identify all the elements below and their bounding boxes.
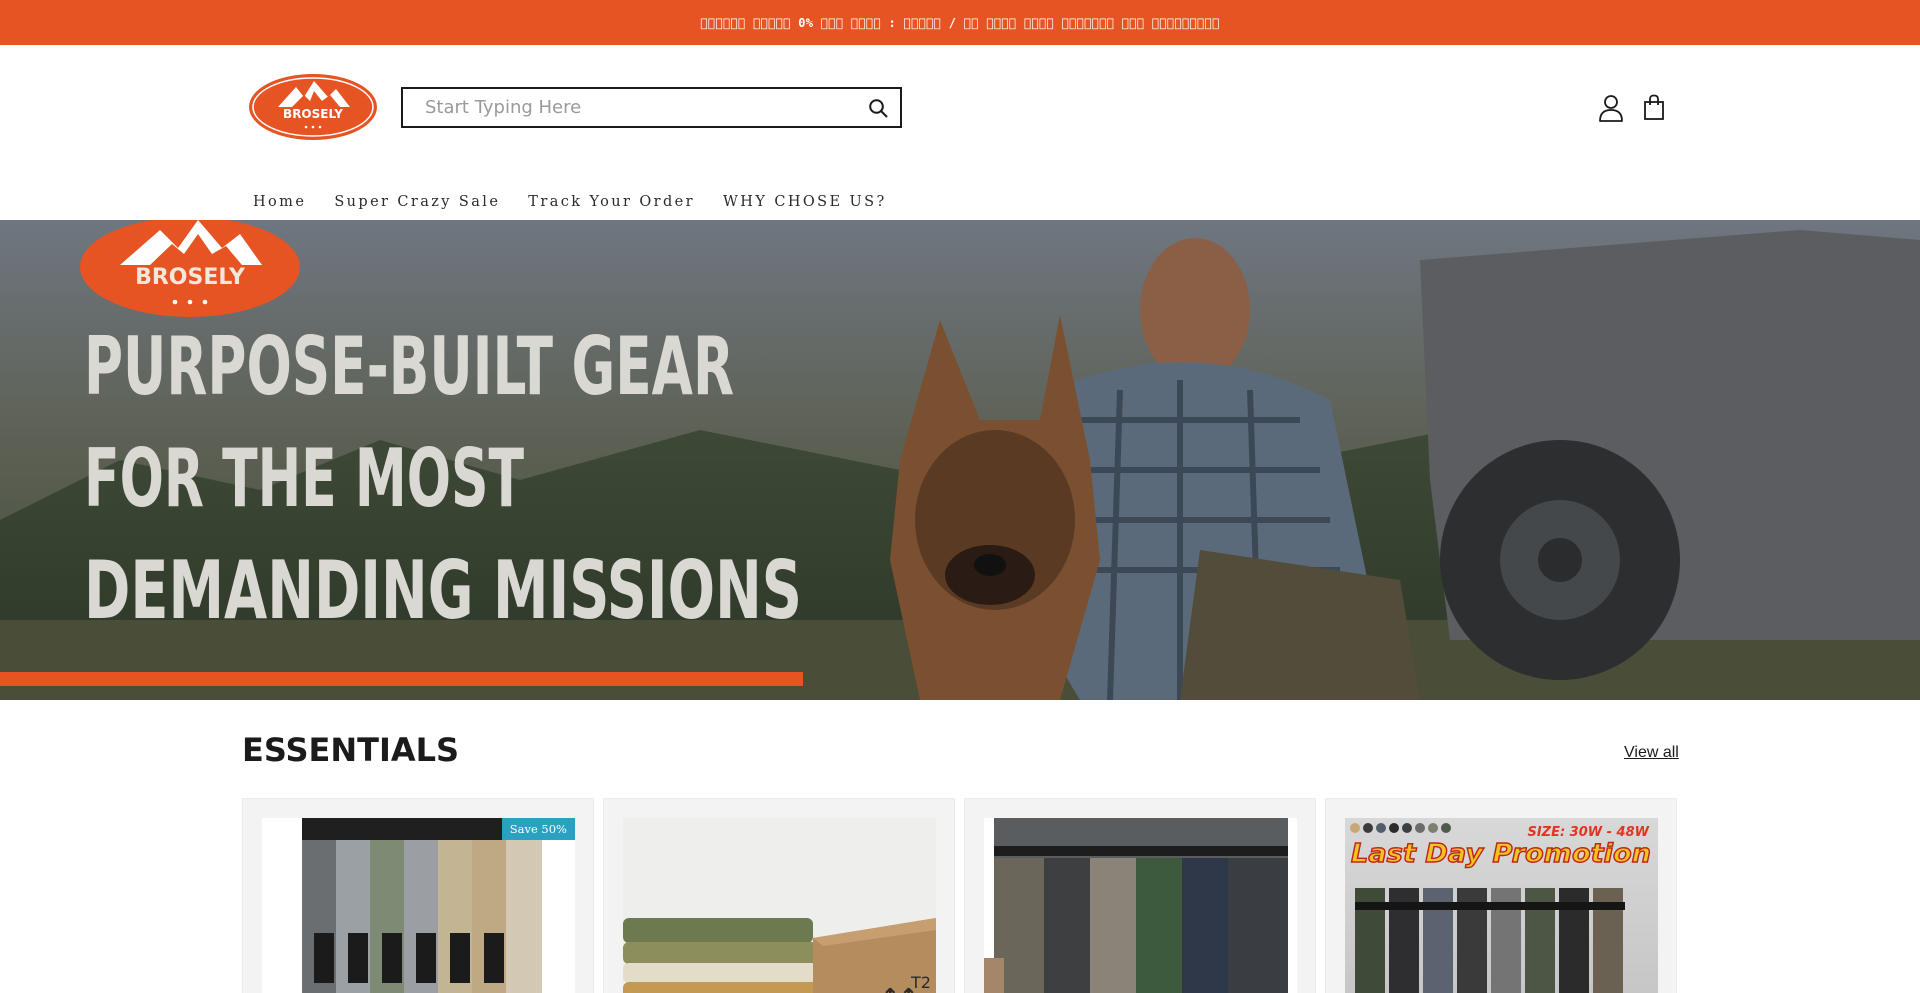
product-grid: Save 50% ↑↑ T2 xyxy=(242,798,1678,993)
view-all-link[interactable]: View all xyxy=(1624,744,1679,762)
brand-logo[interactable]: BROSELY xyxy=(248,73,378,141)
discount-badge: Save 50% xyxy=(501,818,575,840)
site-header: BROSELY Home Super Crazy Sale Track Your… xyxy=(0,45,1920,220)
hero-banner[interactable]: BROSELY PURPOSE-BUILT GEAR FOR THE MOST … xyxy=(0,220,1920,700)
announcement-bar:              0%          :       /      … xyxy=(0,0,1920,45)
hero-accent-bar xyxy=(0,672,803,686)
shopping-bag-icon[interactable] xyxy=(1643,94,1665,120)
product-card[interactable] xyxy=(964,798,1316,993)
promo-size-text: SIZE: 30W - 48W xyxy=(1527,825,1649,840)
search-icon xyxy=(869,98,888,117)
product-card[interactable]: ↑↑ T2 xyxy=(603,798,955,993)
product-image xyxy=(984,818,1297,993)
hero-logo-text: BROSELY xyxy=(135,265,246,290)
product-image xyxy=(262,818,575,993)
product-image: SIZE: 30W - 48W Last Day Promotion xyxy=(1345,818,1658,993)
product-card[interactable]: SIZE: 30W - 48W Last Day Promotion xyxy=(1325,798,1677,993)
product-card[interactable]: Save 50% xyxy=(242,798,594,993)
hero-headline-line-3: DEMANDING MISSIONS xyxy=(84,544,802,637)
product-image: ↑↑ T2 xyxy=(623,818,936,993)
account-icon[interactable] xyxy=(1598,94,1624,122)
nav-why-chose-us[interactable]: WHY CHOSE US? xyxy=(723,194,887,210)
svg-text:T2: T2 xyxy=(910,973,931,992)
nav-home[interactable]: Home xyxy=(253,194,306,210)
search-button[interactable] xyxy=(856,89,900,126)
hero-image: BROSELY PURPOSE-BUILT GEAR FOR THE MOST … xyxy=(0,220,1920,700)
main-nav: Home Super Crazy Sale Track Your Order W… xyxy=(0,183,1920,221)
promo-title-text: Last Day Promotion xyxy=(1351,839,1651,869)
section-title: ESSENTIALS xyxy=(242,731,460,769)
logo-text: BROSELY xyxy=(283,107,343,121)
hero-headline-line-1: PURPOSE-BUILT GEAR xyxy=(84,320,734,413)
search-input[interactable] xyxy=(403,89,856,126)
nav-super-crazy-sale[interactable]: Super Crazy Sale xyxy=(334,194,500,210)
search-box xyxy=(401,87,902,128)
nav-track-order[interactable]: Track Your Order xyxy=(528,194,695,210)
announcement-text:              0%          :       /      … xyxy=(700,15,1220,30)
hero-headline-line-2: FOR THE MOST xyxy=(84,432,524,525)
